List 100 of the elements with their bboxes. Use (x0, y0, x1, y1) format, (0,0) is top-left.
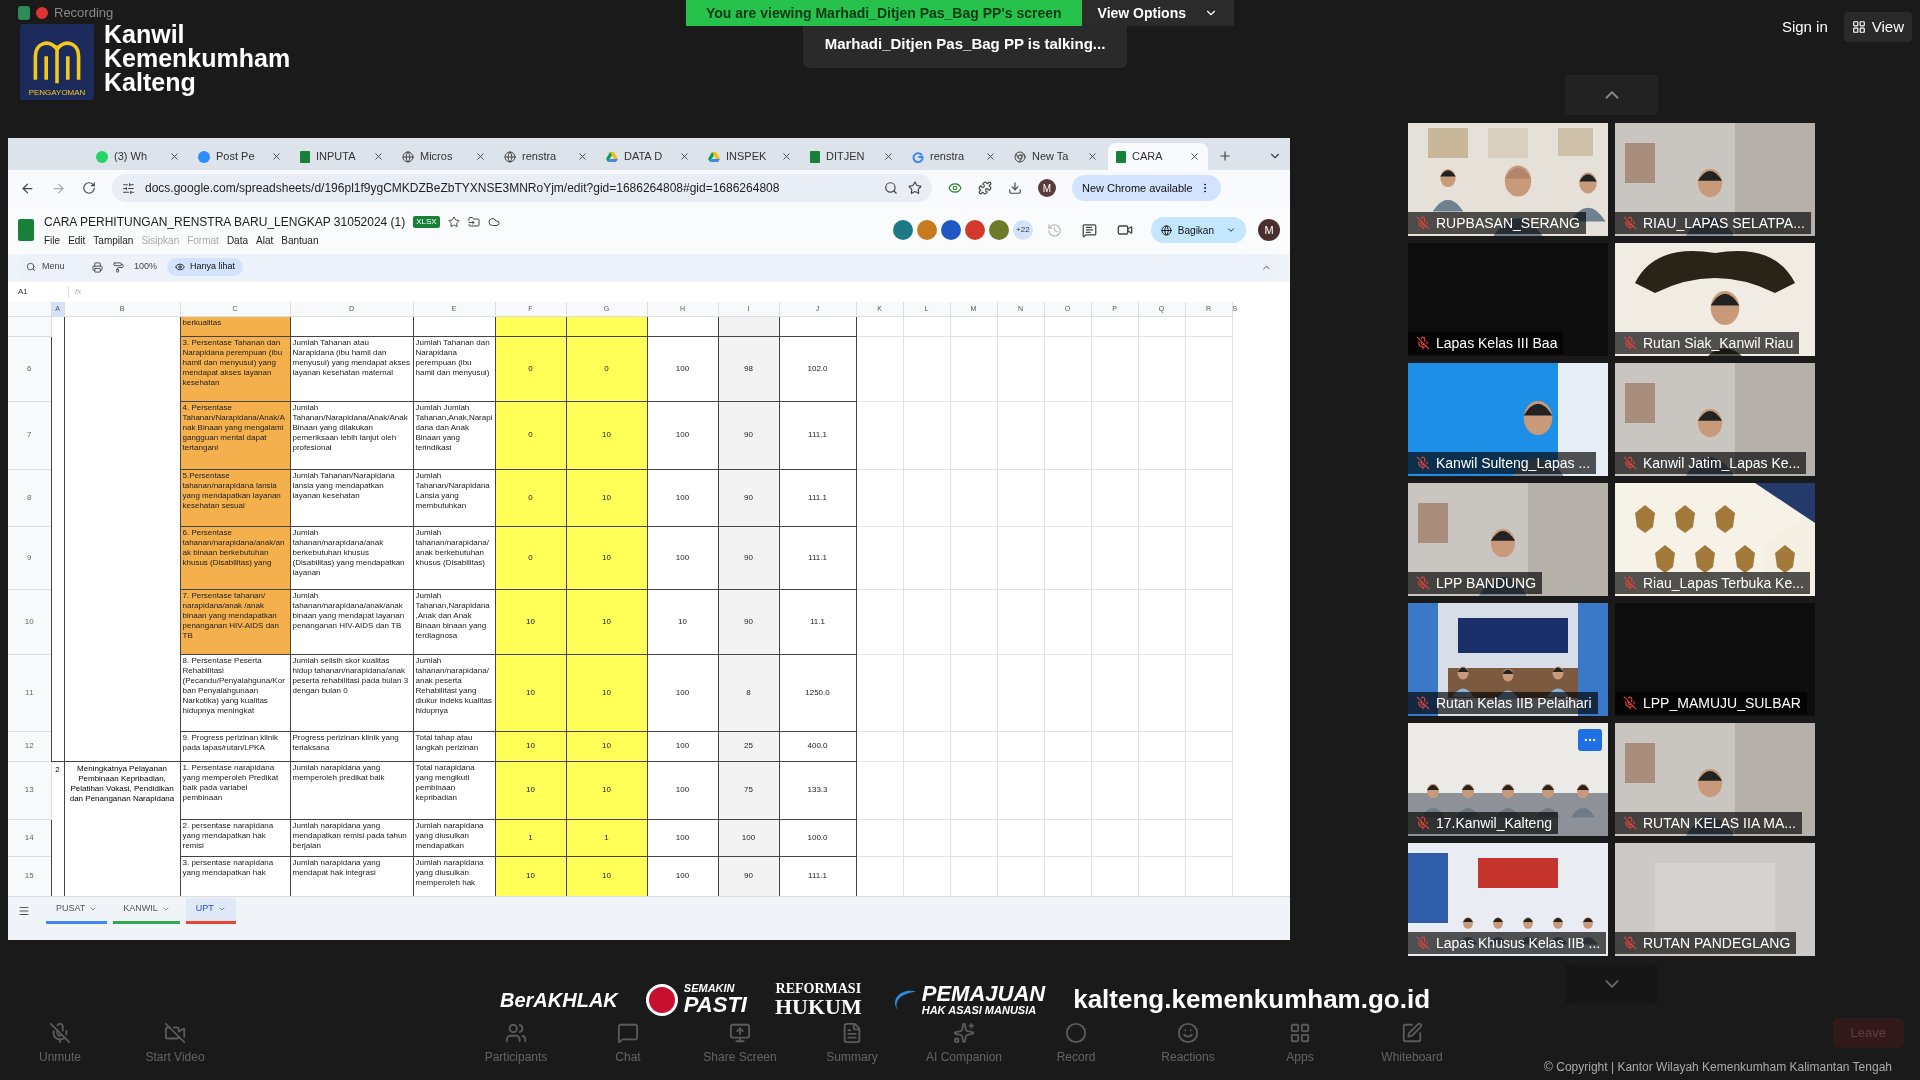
video-tile[interactable]: Rutan Siak_Kanwil Riau (1615, 243, 1815, 356)
browser-tab[interactable]: renstra (904, 143, 1004, 170)
participant-name: 17.Kanwil_Kalteng (1436, 813, 1552, 833)
browser-tab[interactable]: renstra (496, 143, 596, 170)
cloud-icon[interactable] (487, 215, 500, 228)
table-cell: 1250.0 (779, 654, 856, 731)
menu-item[interactable]: Data (226, 232, 248, 248)
collaborator-avatar[interactable] (916, 220, 937, 240)
video-tile[interactable]: Kanwil Sulteng_Lapas ... (1408, 363, 1608, 476)
video-tile[interactable]: Riau_Lapas Terbuka Ke... (1615, 483, 1815, 596)
star-icon[interactable] (908, 181, 922, 195)
close-icon[interactable] (577, 151, 588, 162)
cell-reference[interactable]: A1 (18, 286, 58, 298)
collaborator-avatar[interactable] (988, 220, 1009, 240)
video-tile[interactable]: LPP BANDUNG (1408, 483, 1608, 596)
more-options-button[interactable] (1578, 729, 1602, 751)
browser-tab[interactable]: Post Pe (190, 143, 290, 170)
camera-icon[interactable] (1116, 222, 1133, 238)
back-icon[interactable] (20, 180, 35, 196)
browser-tab[interactable]: New Ta (1006, 143, 1106, 170)
participant-name: RUTAN PANDEGLANG (1643, 933, 1791, 953)
table-cell: 100 (647, 401, 718, 469)
menu-item[interactable]: Bantuan (281, 232, 319, 248)
collaborator-avatar[interactable] (964, 220, 985, 240)
sign-in-button[interactable]: Sign in (1775, 12, 1834, 42)
menu-item[interactable]: Edit (68, 232, 86, 248)
close-icon[interactable] (1189, 151, 1200, 162)
close-icon[interactable] (271, 151, 282, 162)
video-tile[interactable]: RUTAN KELAS IIA MA... (1615, 723, 1815, 836)
collaborator-avatar[interactable] (892, 220, 913, 240)
profile-avatar[interactable]: M (1038, 179, 1056, 197)
mic-off-icon (1416, 216, 1430, 230)
video-tile[interactable]: Lapas Kelas III Baa (1408, 243, 1608, 356)
paint-format-icon[interactable] (113, 261, 124, 273)
mic-off-icon (1416, 816, 1430, 830)
update-button[interactable]: New Chrome available (1072, 175, 1221, 201)
video-tile[interactable]: Rutan Kelas IIB Pelaihari (1408, 603, 1608, 716)
participant-name: RIAU_LAPAS SELATPA... (1643, 213, 1805, 233)
browser-tab[interactable]: INPUTA (292, 143, 392, 170)
new-tab-icon[interactable] (1218, 149, 1232, 163)
video-tile[interactable]: Lapas Khusus Kelas IIB ... (1408, 843, 1608, 956)
close-icon[interactable] (475, 151, 486, 162)
video-tile[interactable]: 17.Kanwil_Kalteng (1408, 723, 1608, 836)
close-icon[interactable] (985, 151, 996, 162)
close-icon[interactable] (679, 151, 690, 162)
view-options-button[interactable]: View Options (1081, 0, 1234, 26)
menu-item[interactable]: Alat (256, 232, 274, 248)
print-icon[interactable] (92, 261, 103, 273)
browser-tab[interactable]: DATA D (598, 143, 698, 170)
address-bar[interactable]: docs.google.com/spreadsheets/d/196pl1f9ygCMKDZBeZbTYXNSE3MNRoYjm/edit?gid=1686264808#gid=1686264808 (112, 174, 932, 202)
download-icon[interactable] (1008, 181, 1022, 195)
mic-off-icon (49, 1022, 71, 1044)
zoom-select[interactable]: 100% (134, 260, 158, 274)
mic-off-icon (1623, 696, 1637, 710)
mic-off-icon (1623, 336, 1637, 350)
video-tile[interactable]: Kanwil Jatim_Lapas Ke... (1615, 363, 1815, 476)
table-cell: Jumlah Tahanan,Narapidana ,Anak dan Anak Binaan binaan yang terdiagnosa (413, 589, 495, 654)
emblem-caption: PENGAYOMAN (28, 88, 86, 98)
browser-tab[interactable]: (3) Wh (88, 143, 188, 170)
document-icon (841, 1022, 863, 1044)
sheet-tab[interactable]: UPT (185, 897, 236, 924)
close-icon[interactable] (169, 151, 180, 162)
table-cell: 10 (495, 731, 566, 761)
menu-search[interactable]: Menu (26, 260, 82, 274)
sheet-tab[interactable]: PUSAT (46, 897, 108, 924)
search-icon[interactable] (884, 181, 898, 195)
menu-item[interactable]: Tampilan (93, 232, 134, 248)
video-tile[interactable]: RUPBASAN_SERANG (1408, 123, 1608, 236)
close-icon[interactable] (1087, 151, 1098, 162)
close-icon[interactable] (883, 151, 894, 162)
video-tile[interactable]: RUTAN PANDEGLANG (1615, 843, 1815, 956)
participant-name: Kanwil Sulteng_Lapas ... (1436, 453, 1591, 473)
video-tile[interactable]: RIAU_LAPAS SELATPA... (1615, 123, 1815, 236)
sheet-tab[interactable]: KANWIL (113, 897, 180, 924)
browser-tab[interactable]: Micros (394, 143, 494, 170)
puzzle-icon[interactable] (978, 181, 992, 195)
share-button[interactable]: Bagikan (1150, 217, 1246, 243)
collaborator-count[interactable]: +22 (1012, 220, 1033, 240)
table-cell: 10 (647, 589, 718, 654)
participant-name: Rutan Kelas IIB Pelaihari (1436, 693, 1592, 713)
table-cell: 3. persentase narapidana yang mendapatkan hak (180, 856, 290, 896)
website-address: kalteng.kemenkumham.go.id (1073, 983, 1431, 1016)
browser-tab[interactable]: CARA (1108, 143, 1208, 170)
close-icon[interactable] (373, 151, 384, 162)
view-button[interactable]: View (1843, 12, 1912, 42)
comment-icon[interactable] (1081, 222, 1097, 238)
eye-icon[interactable] (948, 181, 962, 195)
browser-tab[interactable]: DITJEN (802, 143, 902, 170)
menu-item[interactable]: File (44, 232, 61, 248)
all-sheets-icon[interactable] (18, 904, 30, 917)
tab-title: Micros (420, 149, 453, 165)
folder-icon[interactable] (467, 215, 480, 228)
reload-icon[interactable] (82, 181, 96, 195)
user-avatar[interactable]: M (1258, 219, 1280, 241)
close-icon[interactable] (781, 151, 792, 162)
collaborator-avatar[interactable] (940, 220, 961, 240)
video-tile[interactable]: LPP_MAMUJU_SULBAR (1615, 603, 1815, 716)
star-icon[interactable] (447, 215, 460, 228)
view-only-chip[interactable]: Hanya lihat (167, 258, 244, 276)
browser-tab[interactable]: INSPEK (700, 143, 800, 170)
